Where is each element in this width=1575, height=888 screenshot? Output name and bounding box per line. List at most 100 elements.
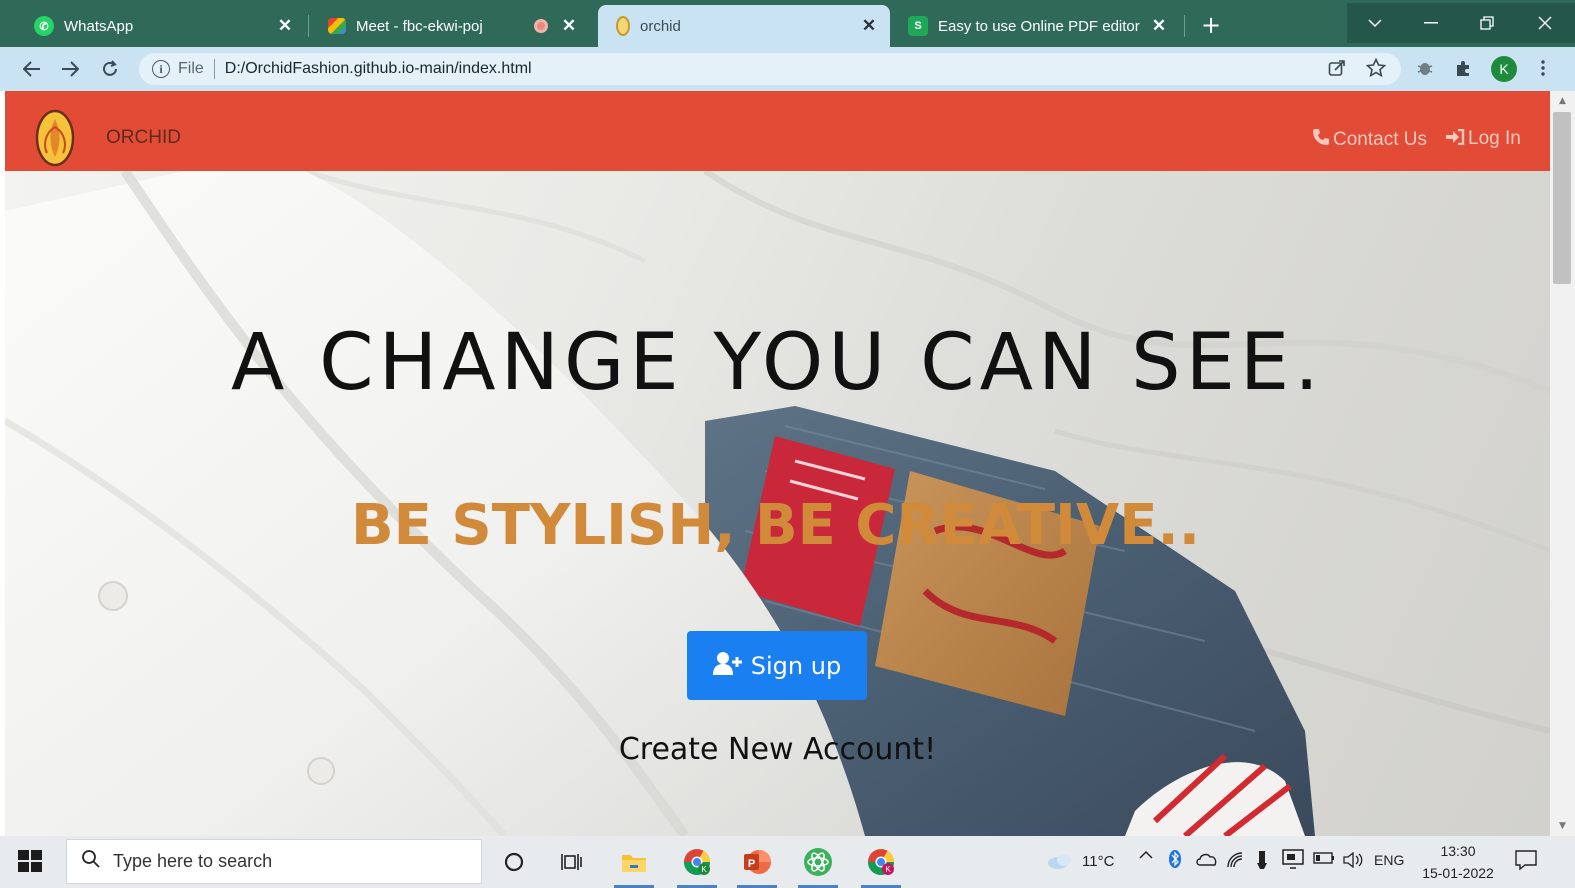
sign-up-button[interactable]: Sign up bbox=[687, 631, 867, 700]
hero-tagline: BE STYLISH, BE CREATIVE.. bbox=[5, 493, 1550, 558]
reload-button[interactable] bbox=[96, 56, 124, 82]
atom-editor-icon[interactable] bbox=[798, 844, 838, 888]
display-icon[interactable] bbox=[1282, 849, 1304, 869]
scroll-up-arrow-icon[interactable]: ▲ bbox=[1550, 93, 1575, 109]
close-icon bbox=[1538, 16, 1552, 30]
site-navbar: ORCHID Contact Us Log In bbox=[5, 91, 1550, 171]
back-button[interactable] bbox=[18, 56, 46, 82]
weather-widget[interactable]: 11°C bbox=[1046, 852, 1114, 870]
sejda-icon: S bbox=[908, 16, 928, 36]
browser-tab-strip: ✆ WhatsApp ✕ Meet - fbc-ekwi-poj ✕ orchi… bbox=[0, 0, 1575, 47]
task-view-icon[interactable] bbox=[552, 844, 592, 880]
powerpoint-icon[interactable]: P bbox=[737, 844, 777, 888]
url-divider bbox=[213, 59, 215, 79]
user-plus-icon bbox=[712, 651, 743, 681]
weather-temperature: 11°C bbox=[1082, 852, 1115, 870]
more-menu-icon[interactable] bbox=[1532, 57, 1554, 79]
search-placeholder: Type here to search bbox=[113, 851, 273, 871]
new-tab-button[interactable]: + bbox=[1198, 11, 1224, 39]
create-account-text: Create New Account! bbox=[618, 732, 937, 767]
info-icon[interactable]: i bbox=[152, 60, 170, 78]
pen-usb-icon[interactable] bbox=[1256, 849, 1268, 871]
wifi-icon[interactable] bbox=[1227, 852, 1245, 868]
share-icon[interactable] bbox=[1326, 57, 1348, 79]
cortana-icon[interactable] bbox=[494, 844, 534, 880]
sign-in-icon bbox=[1445, 128, 1465, 150]
forward-arrow-icon bbox=[62, 61, 79, 77]
minimize-button[interactable] bbox=[1403, 3, 1459, 43]
orchid-logo-icon bbox=[616, 16, 630, 36]
page-viewport: ORCHID Contact Us Log In A CHANGE YOU CA… bbox=[5, 91, 1550, 836]
browser-toolbar: i File D:/OrchidFashion.github.io-main/i… bbox=[0, 47, 1575, 91]
bluetooth-icon[interactable] bbox=[1168, 849, 1182, 869]
scroll-down-arrow-icon[interactable]: ▼ bbox=[1550, 818, 1575, 834]
clock-time: 13:30 bbox=[1440, 843, 1476, 859]
log-in-link[interactable]: Log In bbox=[1445, 128, 1521, 150]
chrome-icon[interactable]: K bbox=[677, 844, 717, 888]
desktop-screen: ✆ WhatsApp ✕ Meet - fbc-ekwi-poj ✕ orchi… bbox=[0, 0, 1575, 888]
file-explorer-icon[interactable] bbox=[614, 844, 654, 888]
reload-icon bbox=[103, 60, 117, 76]
search-icon bbox=[81, 849, 101, 875]
chrome-profile-icon[interactable]: K bbox=[861, 844, 901, 888]
extension-bug-icon[interactable] bbox=[1414, 57, 1436, 79]
tab-search-button[interactable] bbox=[1347, 3, 1403, 43]
close-tab-icon[interactable]: ✕ bbox=[558, 15, 580, 37]
address-bar[interactable]: i File D:/OrchidFashion.github.io-main/i… bbox=[139, 53, 1401, 85]
close-tab-icon[interactable]: ✕ bbox=[274, 15, 296, 37]
clock-date: 15-01-2022 bbox=[1422, 865, 1494, 881]
orchid-logo-icon[interactable] bbox=[35, 109, 75, 167]
svg-text:P: P bbox=[748, 858, 755, 870]
restore-button[interactable] bbox=[1459, 3, 1515, 43]
recording-indicator-icon bbox=[534, 19, 548, 33]
windows-logo-icon bbox=[18, 850, 42, 872]
tab-pdf-editor[interactable]: S Easy to use Online PDF editor ✕ bbox=[890, 5, 1180, 47]
profile-avatar[interactable]: K bbox=[1491, 56, 1517, 82]
tab-title: Meet - fbc-ekwi-poj bbox=[356, 17, 483, 35]
svg-text:K: K bbox=[885, 865, 891, 874]
show-hidden-icons-chevron-icon[interactable] bbox=[1139, 850, 1153, 859]
page-scrollbar[interactable]: ▲ ▼ bbox=[1550, 91, 1575, 836]
extensions-puzzle-icon[interactable] bbox=[1453, 57, 1475, 79]
taskbar-search-box[interactable]: Type here to search bbox=[66, 839, 482, 884]
log-in-label: Log In bbox=[1468, 128, 1521, 149]
system-clock[interactable]: 13:30 15-01-2022 bbox=[1415, 840, 1501, 884]
contact-us-label: Contact Us bbox=[1333, 128, 1427, 150]
hero-tagline-text: BE STYLISH, BE CREATIVE.. bbox=[350, 493, 1201, 558]
restore-icon bbox=[1480, 16, 1494, 30]
windows-start-button[interactable] bbox=[18, 850, 44, 874]
minimize-icon bbox=[1424, 22, 1438, 24]
forward-button[interactable] bbox=[56, 56, 84, 82]
tab-whatsapp[interactable]: ✆ WhatsApp ✕ bbox=[16, 5, 306, 47]
sign-up-label: Sign up bbox=[750, 651, 842, 680]
tab-separator bbox=[308, 15, 309, 37]
google-meet-icon bbox=[328, 18, 346, 34]
input-language[interactable]: ENG bbox=[1374, 852, 1404, 868]
tab-orchid[interactable]: orchid ✕ bbox=[598, 5, 890, 47]
svg-text:K: K bbox=[701, 865, 707, 874]
bookmark-star-icon[interactable] bbox=[1365, 57, 1387, 79]
volume-icon[interactable] bbox=[1343, 852, 1363, 868]
phone-icon bbox=[1312, 128, 1330, 151]
url-text[interactable]: D:/OrchidFashion.github.io-main/index.ht… bbox=[225, 60, 532, 78]
brand-name[interactable]: ORCHID bbox=[106, 127, 181, 149]
cloud-icon bbox=[1048, 854, 1071, 869]
battery-icon[interactable] bbox=[1313, 852, 1335, 864]
back-arrow-icon bbox=[23, 61, 40, 77]
tab-google-meet[interactable]: Meet - fbc-ekwi-poj ✕ bbox=[310, 5, 590, 47]
scrollbar-thumb[interactable] bbox=[1553, 112, 1571, 284]
close-window-button[interactable] bbox=[1515, 3, 1575, 43]
windows-taskbar: Type here to search K P K 11°C ENG 13:30… bbox=[0, 836, 1575, 888]
tab-title: Easy to use Online PDF editor bbox=[938, 17, 1140, 35]
chevron-down-icon bbox=[1368, 18, 1382, 27]
notification-icon[interactable] bbox=[1515, 850, 1539, 872]
tab-separator bbox=[1184, 15, 1185, 37]
close-tab-icon[interactable]: ✕ bbox=[1148, 15, 1170, 37]
tab-title: orchid bbox=[640, 17, 681, 35]
hero-headline: A CHANGE YOU CAN SEE. bbox=[231, 318, 1324, 408]
onedrive-icon[interactable] bbox=[1196, 852, 1218, 866]
url-scheme-label: File bbox=[178, 60, 204, 77]
close-tab-icon[interactable]: ✕ bbox=[858, 15, 880, 37]
contact-us-link[interactable]: Contact Us bbox=[1312, 128, 1427, 151]
whatsapp-icon: ✆ bbox=[34, 16, 54, 36]
